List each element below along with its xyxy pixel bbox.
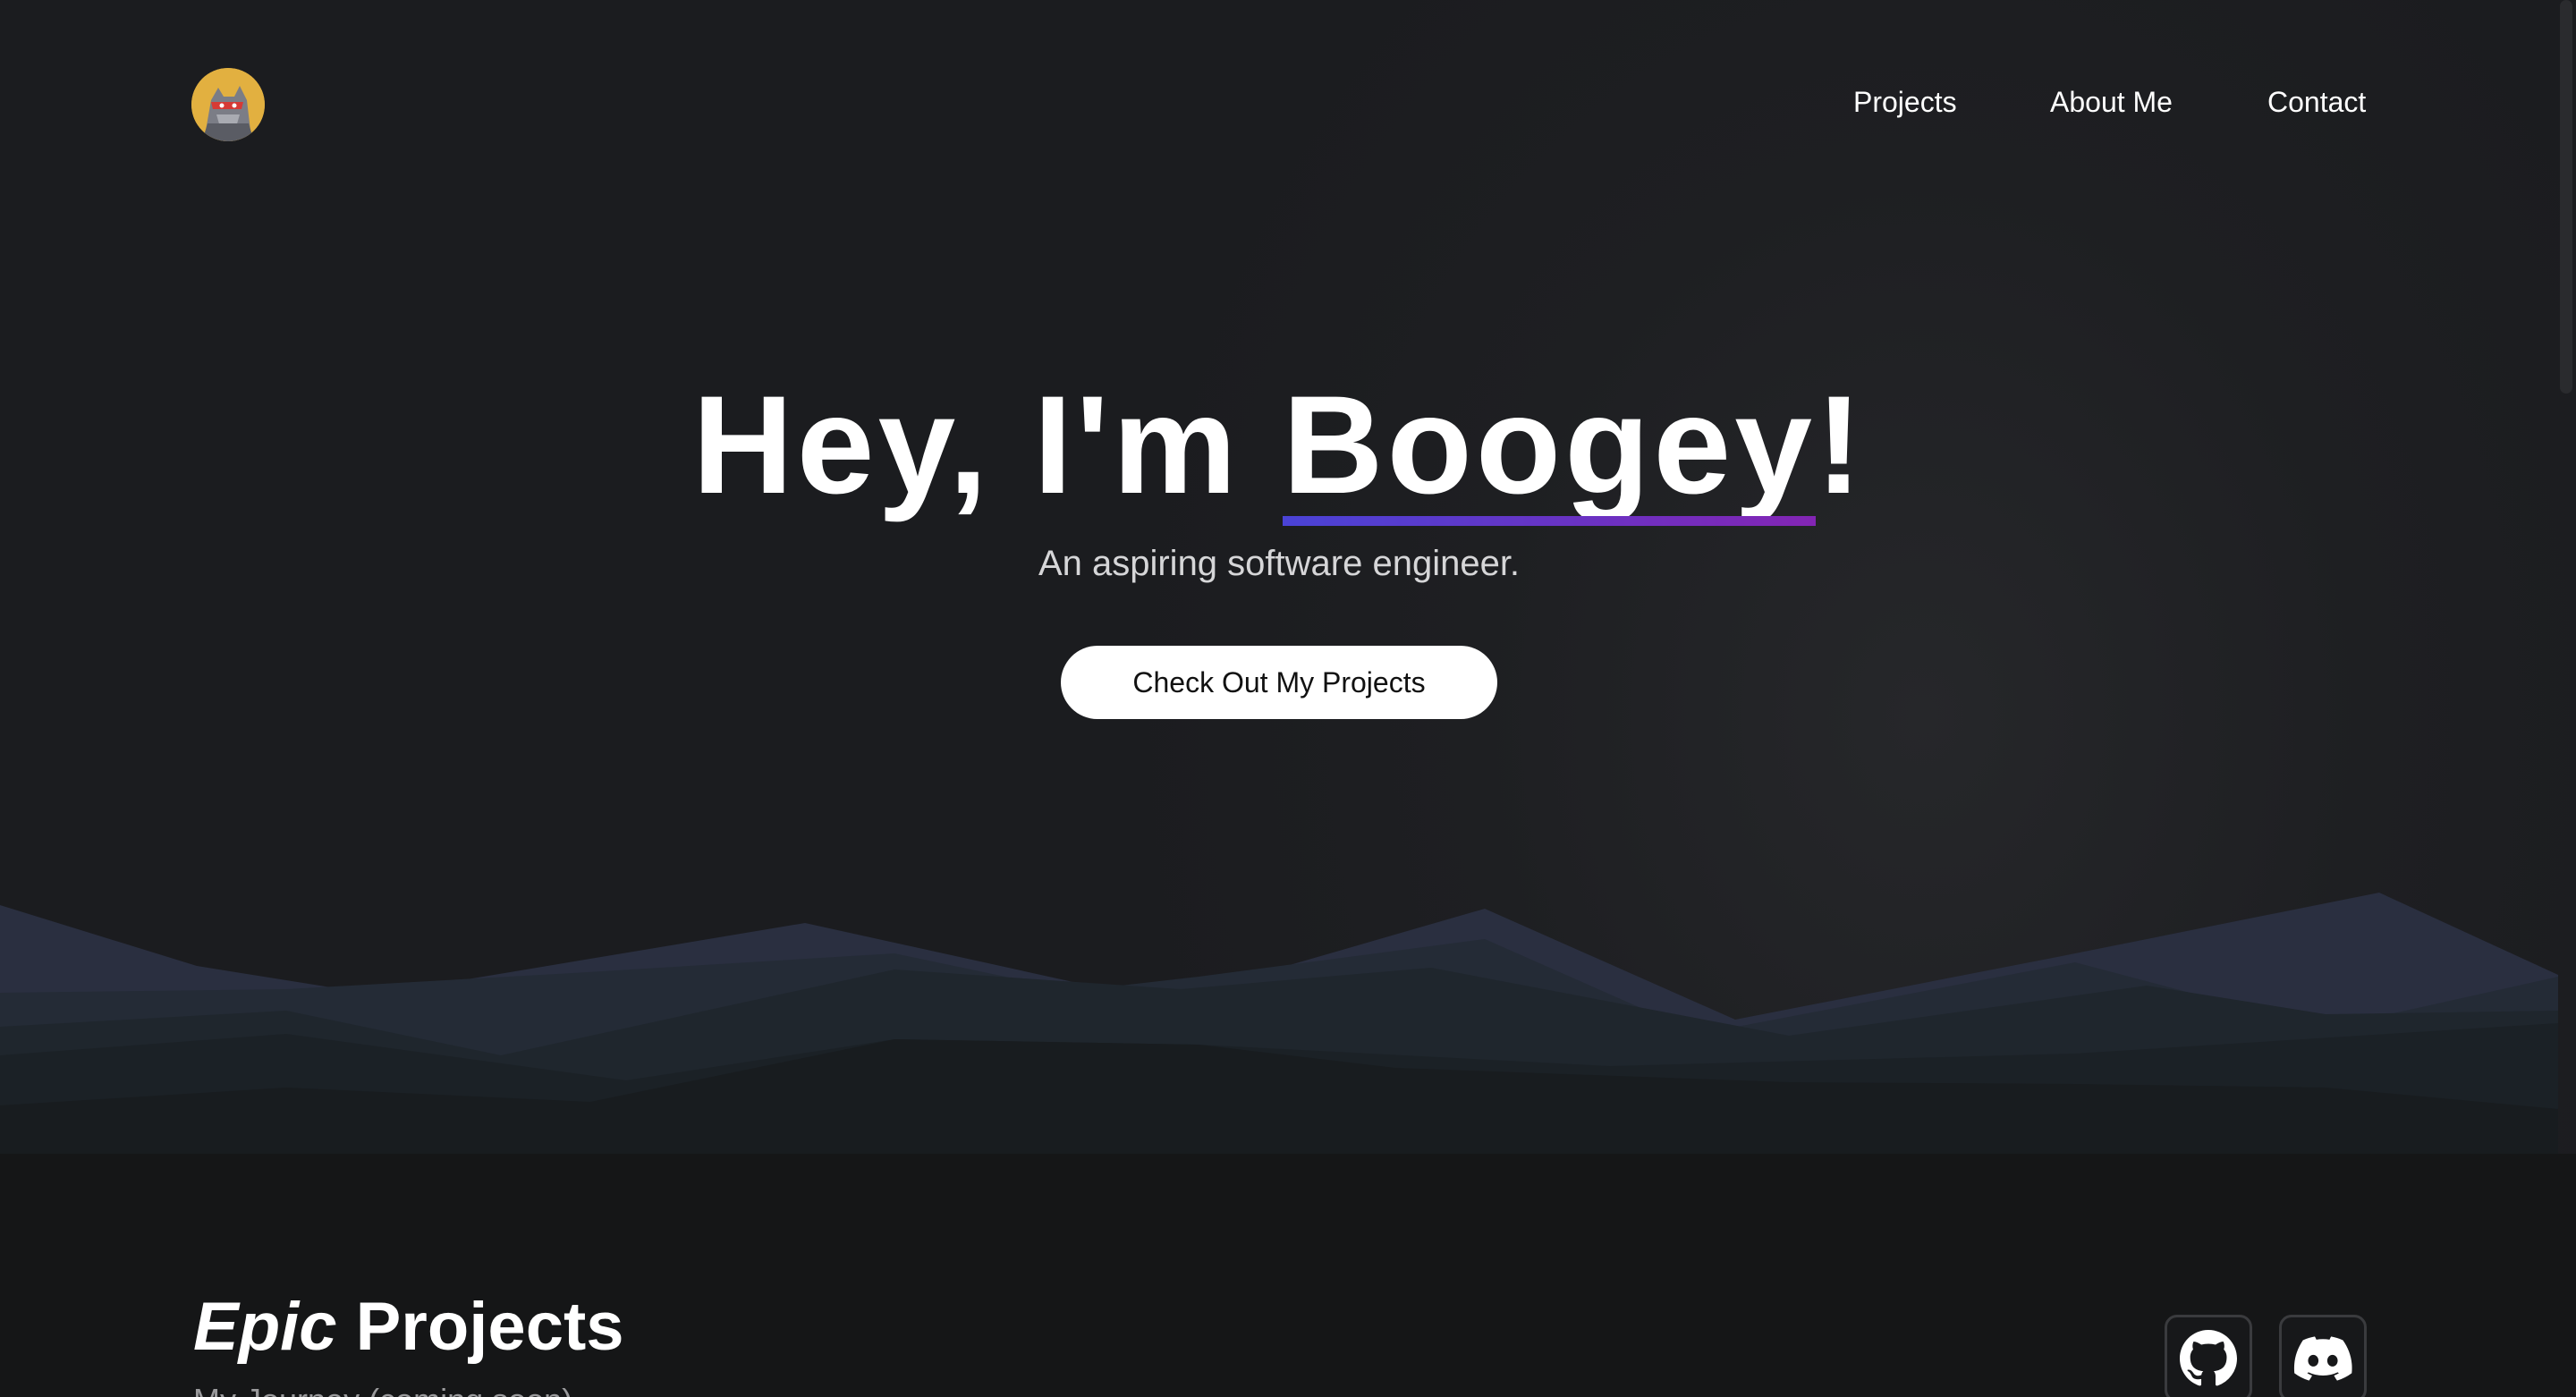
- check-out-projects-button[interactable]: Check Out My Projects: [1061, 646, 1497, 719]
- hero-name-underline: [1282, 516, 1816, 526]
- avatar[interactable]: [191, 68, 265, 141]
- github-link[interactable]: [2165, 1315, 2252, 1397]
- nav-link-contact[interactable]: Contact: [2267, 86, 2366, 119]
- hero-name: Boogey: [1282, 376, 1816, 526]
- nav-link-projects[interactable]: Projects: [1853, 86, 1957, 119]
- hero-name-text: Boogey: [1282, 368, 1816, 523]
- projects-heading-em: Epic: [193, 1289, 337, 1365]
- scrollbar-thumb[interactable]: [2560, 0, 2572, 394]
- mountains-illustration: [0, 893, 2558, 1163]
- discord-link[interactable]: [2279, 1315, 2367, 1397]
- page: Projects About Me Contact Hey, I'm Booge…: [0, 0, 2576, 1397]
- projects-heading-rest: Projects: [336, 1289, 624, 1365]
- hero-title: Hey, I'm Boogey!: [0, 376, 2558, 526]
- nav-link-about-me[interactable]: About Me: [2050, 86, 2173, 119]
- github-icon: [2180, 1330, 2237, 1386]
- projects-heading: Epic Projects: [193, 1288, 624, 1366]
- hero-subtitle: An aspiring software engineer.: [1038, 544, 1521, 583]
- discord-icon: [2293, 1336, 2352, 1381]
- hero-greeting: Hey, I'm: [692, 368, 1283, 523]
- hero-exclamation: !: [1815, 368, 1866, 523]
- projects-subtitle: My Journey (coming soon): [193, 1382, 572, 1397]
- avatar-image: [191, 68, 265, 141]
